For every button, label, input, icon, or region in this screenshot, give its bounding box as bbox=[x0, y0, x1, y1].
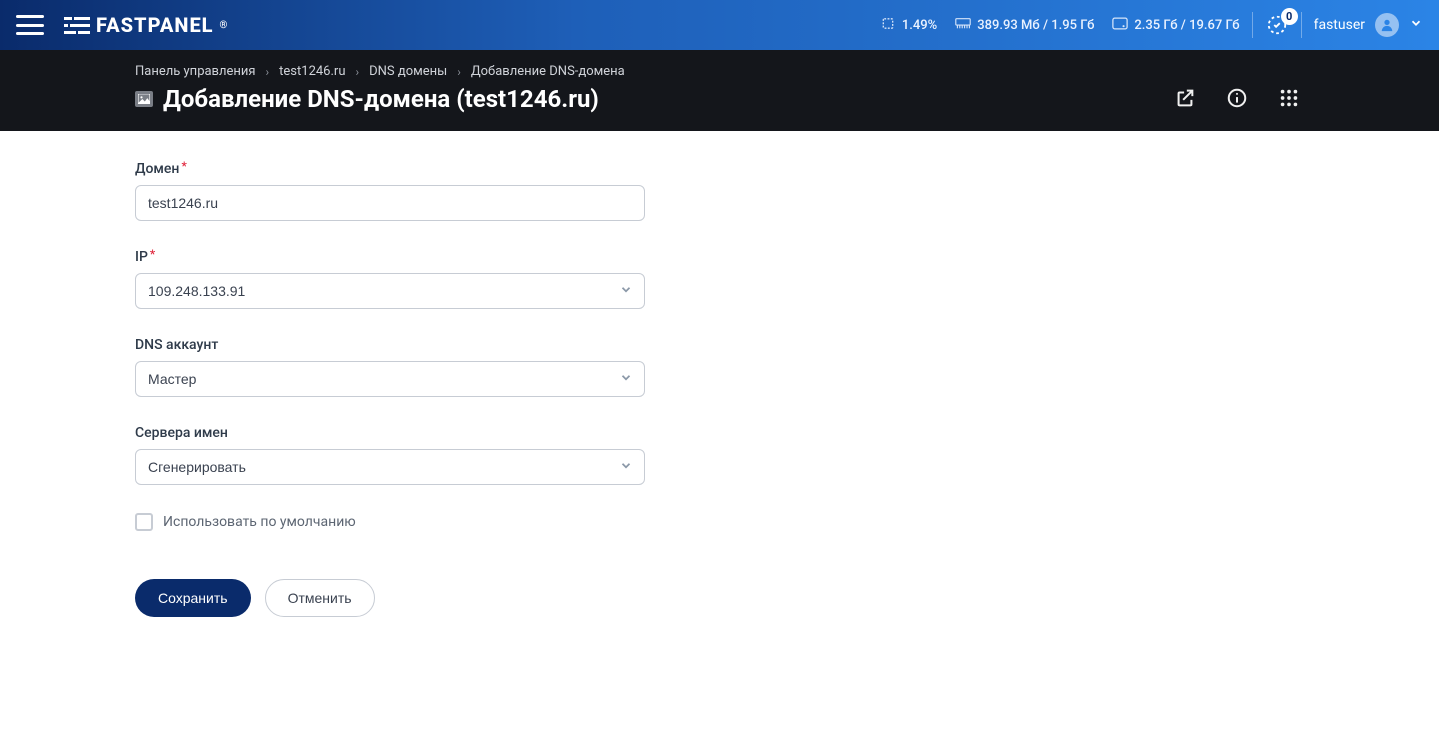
notifications-button[interactable]: 0 bbox=[1265, 14, 1289, 36]
breadcrumb: Панель управления › test1246.ru › DNS до… bbox=[135, 64, 625, 79]
breadcrumb-item[interactable]: DNS домены bbox=[369, 64, 447, 79]
chevron-right-icon: › bbox=[356, 65, 360, 79]
username-label: fastuser bbox=[1314, 17, 1365, 33]
disk-icon bbox=[1112, 16, 1128, 35]
ip-label: IP* bbox=[135, 249, 645, 265]
stat-cpu[interactable]: 1.49% bbox=[880, 16, 937, 35]
stat-disk[interactable]: 2.35 Гб / 19.67 Гб bbox=[1112, 16, 1239, 35]
domain-input[interactable] bbox=[135, 185, 645, 221]
page-subheader: Панель управления › test1246.ru › DNS до… bbox=[0, 50, 1439, 131]
header-stats: 1.49% 389.93 Мб / 1.95 Гб 2.35 Гб / 19.6… bbox=[880, 16, 1240, 35]
logo-icon bbox=[64, 16, 90, 34]
avatar-icon bbox=[1375, 13, 1399, 37]
cpu-icon bbox=[880, 16, 896, 35]
stat-memory-value: 389.93 Мб / 1.95 Гб bbox=[977, 18, 1094, 33]
stat-disk-value: 2.35 Гб / 19.67 Гб bbox=[1134, 18, 1239, 33]
dns-account-label: DNS аккаунт bbox=[135, 337, 645, 353]
logo-reg: ® bbox=[220, 20, 229, 31]
info-button[interactable] bbox=[1226, 87, 1248, 113]
use-default-label: Использовать по умолчанию bbox=[163, 514, 356, 530]
breadcrumb-item[interactable]: test1246.ru bbox=[279, 64, 345, 79]
form-content: Домен* IP* DNS аккаунт bbox=[0, 131, 1439, 657]
use-default-checkbox[interactable] bbox=[135, 513, 153, 531]
menu-toggle-button[interactable] bbox=[16, 15, 44, 35]
cancel-button[interactable]: Отменить bbox=[265, 579, 375, 617]
logo-text: FASTPANEL bbox=[96, 13, 214, 37]
chevron-down-icon bbox=[1409, 16, 1423, 34]
stat-cpu-value: 1.49% bbox=[902, 18, 937, 33]
user-menu[interactable]: fastuser bbox=[1314, 13, 1423, 37]
nameservers-select[interactable] bbox=[135, 449, 645, 485]
ip-select[interactable] bbox=[135, 273, 645, 309]
memory-icon bbox=[955, 16, 971, 35]
dns-account-select[interactable] bbox=[135, 361, 645, 397]
divider bbox=[1252, 12, 1253, 38]
stat-memory[interactable]: 389.93 Мб / 1.95 Гб bbox=[955, 16, 1094, 35]
nameservers-label: Сервера имен bbox=[135, 425, 645, 441]
breadcrumb-item[interactable]: Панель управления bbox=[135, 64, 256, 79]
logo[interactable]: FASTPANEL ® bbox=[64, 13, 228, 37]
top-bar: FASTPANEL ® 1.49% 389.93 Мб / 1.95 Гб 2.… bbox=[0, 0, 1439, 50]
notifications-badge: 0 bbox=[1281, 8, 1298, 25]
chevron-right-icon: › bbox=[266, 65, 270, 79]
chevron-right-icon: › bbox=[457, 65, 461, 79]
apps-grid-button[interactable] bbox=[1278, 87, 1300, 113]
image-icon bbox=[135, 91, 153, 107]
page-title: Добавление DNS-домена (test1246.ru) bbox=[163, 85, 599, 113]
breadcrumb-item: Добавление DNS-домена bbox=[471, 64, 625, 79]
open-external-button[interactable] bbox=[1174, 87, 1196, 113]
save-button[interactable]: Сохранить bbox=[135, 579, 251, 617]
divider bbox=[1301, 12, 1302, 38]
domain-label: Домен* bbox=[135, 161, 645, 177]
